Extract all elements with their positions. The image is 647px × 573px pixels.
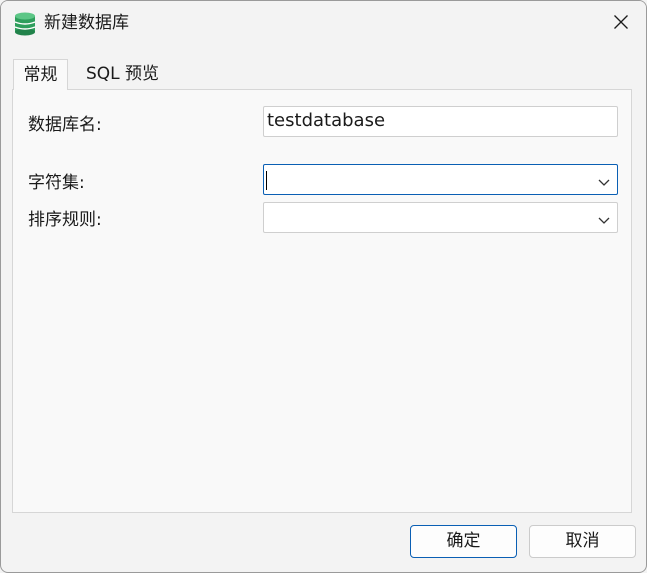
new-database-dialog: 新建数据库 常规 SQL 预览 数据库名: testdatabase 字符集: — [0, 0, 647, 573]
title-bar: 新建数据库 — [1, 1, 646, 45]
chevron-down-icon[interactable] — [597, 174, 611, 186]
general-panel: 数据库名: testdatabase 字符集: 排序规则: — [12, 89, 632, 513]
database-name-value: testdatabase — [267, 110, 386, 131]
database-icon — [14, 12, 36, 36]
cancel-button[interactable]: 取消 — [529, 525, 636, 558]
window-title: 新建数据库 — [44, 13, 129, 33]
tab-sql-preview[interactable]: SQL 预览 — [79, 59, 166, 89]
collation-label: 排序规则: — [28, 210, 102, 230]
text-cursor — [266, 171, 267, 190]
chevron-down-icon[interactable] — [597, 212, 611, 224]
charset-label: 字符集: — [28, 173, 85, 193]
ok-button[interactable]: 确定 — [410, 525, 517, 558]
charset-select[interactable] — [263, 164, 618, 195]
collation-select[interactable] — [263, 202, 618, 233]
close-button[interactable] — [599, 7, 643, 41]
close-icon — [613, 14, 629, 35]
database-name-label: 数据库名: — [28, 115, 102, 135]
database-name-field[interactable]: testdatabase — [263, 106, 618, 137]
tab-general[interactable]: 常规 — [13, 59, 68, 90]
